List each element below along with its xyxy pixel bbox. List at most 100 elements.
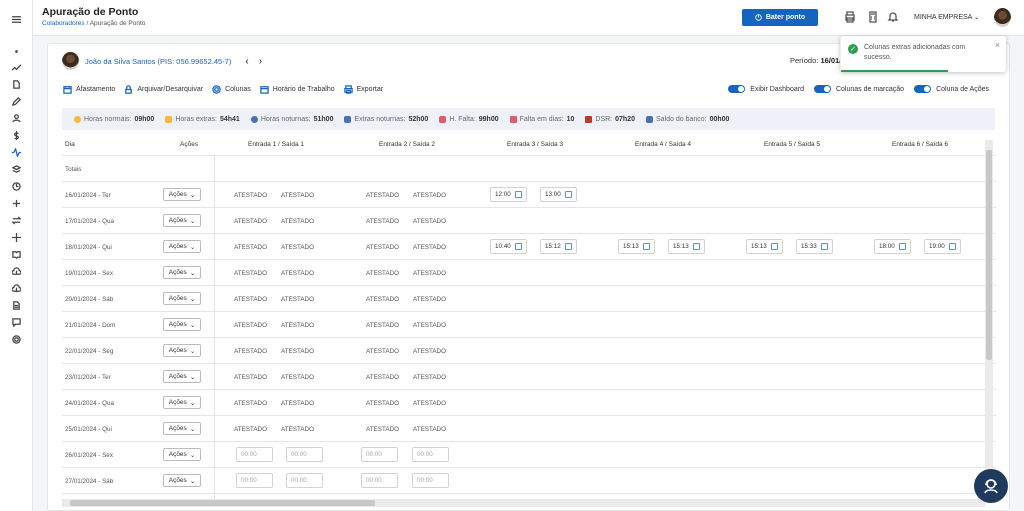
- acoes-label: Ações: [168, 269, 187, 276]
- pen-icon[interactable]: [9, 95, 23, 107]
- success-toast: ✓ Colunas extras adicionadas com sucesso…: [840, 36, 1006, 72]
- layers-icon[interactable]: [9, 163, 23, 175]
- time-entry[interactable]: 15:13: [746, 239, 783, 254]
- time-input[interactable]: 00:00: [361, 473, 398, 488]
- time-entry[interactable]: 19:00: [924, 239, 961, 254]
- document-icon[interactable]: [9, 78, 23, 90]
- pulse-icon[interactable]: [9, 146, 23, 158]
- acoes-dropdown[interactable]: Ações ⌄: [163, 396, 201, 409]
- exportar-button[interactable]: Exportar: [343, 85, 383, 94]
- col-entrada-6: Entrada 6 / Saída 6: [892, 141, 949, 148]
- atestado-cell: ATESTADO: [281, 269, 315, 277]
- user-avatar[interactable]: [994, 8, 1011, 27]
- time-entry[interactable]: 12:00: [490, 187, 527, 202]
- file-icon[interactable]: [9, 299, 23, 311]
- print-icon[interactable]: [844, 11, 856, 23]
- dollar-icon[interactable]: [9, 129, 23, 141]
- colunas-button[interactable]: Colunas: [212, 85, 251, 94]
- day-cell: 26/01/2024 - Sex: [65, 451, 113, 459]
- close-icon[interactable]: ×: [995, 40, 1000, 50]
- time-input[interactable]: 00:00: [236, 473, 273, 488]
- prev-arrow-icon[interactable]: ‹: [245, 56, 248, 67]
- kpi-label: Extras noturnas:: [354, 115, 406, 123]
- acoes-dropdown[interactable]: Ações ⌄: [163, 292, 201, 305]
- breadcrumb-link[interactable]: Colaboradores: [42, 20, 85, 27]
- employee-name[interactable]: João da Silva Santos (PIS: 056.99652.45-…: [85, 57, 231, 66]
- next-arrow-icon[interactable]: ›: [259, 56, 262, 67]
- horizontal-scrollbar[interactable]: [62, 499, 985, 507]
- settings-icon[interactable]: [9, 333, 23, 345]
- move-icon[interactable]: [9, 231, 23, 243]
- dot-icon[interactable]: [9, 45, 23, 57]
- time-placeholder: 00:00: [291, 451, 307, 458]
- acoes-dropdown[interactable]: Ações ⌄: [163, 422, 201, 435]
- acoes-dropdown[interactable]: Ações ⌄: [163, 240, 201, 253]
- timesheet-table: Dia Ações Entrada 1 / Saída 1 Entrada 2 …: [62, 134, 996, 500]
- trend-icon[interactable]: [9, 61, 23, 73]
- support-button[interactable]: [974, 469, 1008, 503]
- dsr-icon: [585, 115, 593, 123]
- cloud-download-icon[interactable]: [9, 282, 23, 294]
- afastamento-button[interactable]: Afastamento: [63, 85, 115, 94]
- book-icon[interactable]: [9, 248, 23, 260]
- toggle-marcacao[interactable]: Colunas de marcação: [813, 85, 904, 93]
- colunas-label: Colunas: [225, 86, 251, 93]
- time-input[interactable]: 00:00: [286, 447, 323, 462]
- bater-ponto-button[interactable]: Bater ponto: [742, 9, 818, 26]
- calculator-icon[interactable]: [867, 11, 879, 23]
- time-entry[interactable]: 15:33: [796, 239, 833, 254]
- toggle-dashboard[interactable]: Exibir Dashboard: [728, 85, 804, 93]
- vertical-scrollbar[interactable]: [985, 140, 993, 496]
- acoes-dropdown[interactable]: Ações ⌄: [163, 266, 201, 279]
- time-input[interactable]: 00:00: [361, 447, 398, 462]
- cloud-upload-icon[interactable]: [9, 265, 23, 277]
- alert-shield-icon: [439, 115, 447, 123]
- atestado-cell: ATESTADO: [281, 243, 315, 251]
- acoes-dropdown[interactable]: Ações ⌄: [163, 474, 201, 487]
- menu-icon[interactable]: [9, 13, 23, 25]
- acoes-dropdown[interactable]: Ações ⌄: [163, 214, 201, 227]
- time-entry[interactable]: 18:00: [874, 239, 911, 254]
- col-acoes: Ações: [180, 141, 199, 148]
- device-icon: [564, 191, 572, 198]
- time-entry[interactable]: 10:40: [490, 239, 527, 254]
- clock-icon[interactable]: [9, 180, 23, 192]
- table-row: 17/01/2024 - Qua Ações ⌄ ATESTADO ATESTADO AT…: [62, 208, 996, 234]
- time-input[interactable]: 00:00: [236, 447, 273, 462]
- swap-icon[interactable]: [9, 214, 23, 226]
- switch[interactable]: [728, 85, 746, 93]
- acoes-dropdown[interactable]: Ações ⌄: [163, 448, 201, 461]
- scroll-thumb[interactable]: [986, 150, 992, 360]
- user-icon[interactable]: [9, 112, 23, 124]
- bell-icon[interactable]: [887, 11, 899, 23]
- acoes-label: Ações: [168, 321, 187, 328]
- arquivar-button[interactable]: Arquivar/Desarquivar: [124, 85, 203, 94]
- toggle-acoes[interactable]: Coluna de Ações: [914, 85, 989, 93]
- afastamento-label: Afastamento: [76, 86, 116, 93]
- company-selector[interactable]: MINHA EMPRESA ⌄: [914, 13, 980, 21]
- atestado-cell: ATESTADO: [413, 373, 447, 381]
- plus-icon[interactable]: [9, 197, 23, 209]
- time-input[interactable]: 00:00: [286, 473, 323, 488]
- time-entry[interactable]: 13:00: [540, 187, 577, 202]
- kpi-value: 52h00: [408, 115, 429, 123]
- acoes-dropdown[interactable]: Ações ⌄: [163, 370, 201, 383]
- acoes-dropdown[interactable]: Ações ⌄: [163, 344, 201, 357]
- chat-icon[interactable]: [9, 316, 23, 328]
- scroll-thumb[interactable]: [70, 500, 375, 506]
- table-row: 21/01/2024 - Dom Ações ⌄ ATESTADO ATESTADO AT…: [62, 312, 996, 338]
- time-entry[interactable]: 15:13: [668, 239, 705, 254]
- day-cell: 25/01/2024 - Qui: [65, 425, 112, 433]
- switch[interactable]: [813, 85, 831, 93]
- time-entry[interactable]: 15:13: [618, 239, 655, 254]
- acoes-dropdown[interactable]: Ações ⌄: [163, 188, 201, 201]
- horario-button[interactable]: Horário de Trabalho: [260, 85, 335, 94]
- time-input[interactable]: 00:00: [412, 473, 449, 488]
- time-input[interactable]: 00:00: [412, 447, 449, 462]
- switch[interactable]: [914, 85, 932, 93]
- table-row: 19/01/2024 - Sex Ações ⌄ ATESTADO ATESTADO AT…: [62, 260, 996, 286]
- acoes-dropdown[interactable]: Ações ⌄: [163, 318, 201, 331]
- support-icon: [984, 479, 998, 494]
- time-entry[interactable]: 15:12: [540, 239, 577, 254]
- atestado-cell: ATESTADO: [281, 425, 315, 433]
